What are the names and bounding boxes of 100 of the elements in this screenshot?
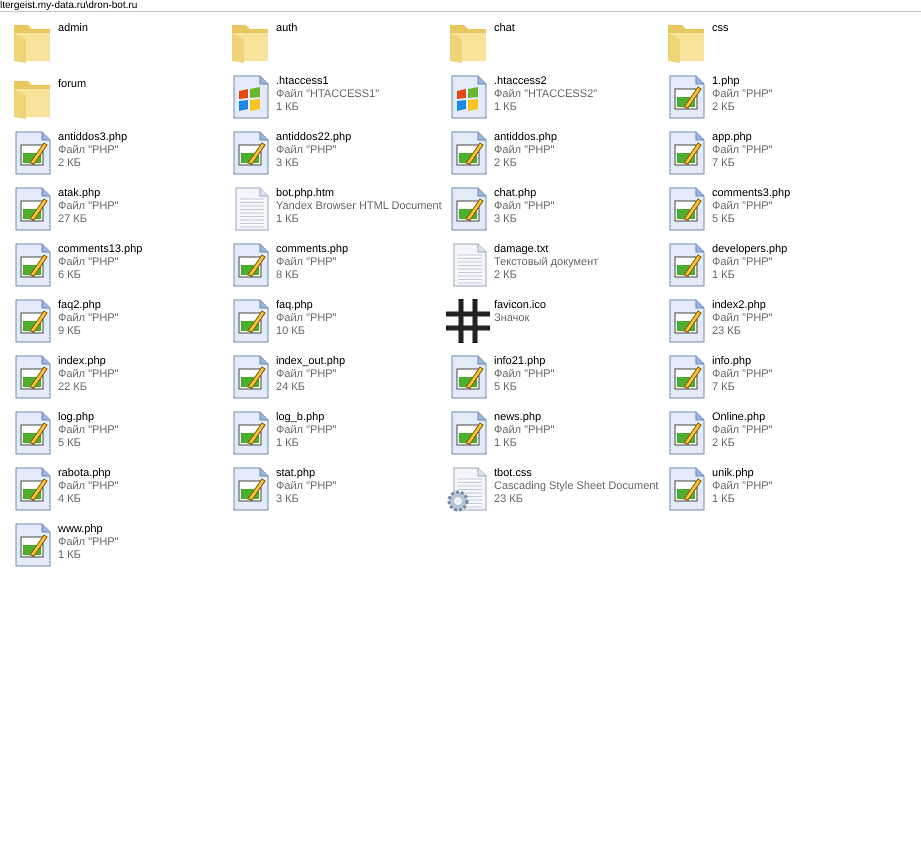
file-size: 1 КБ — [494, 101, 518, 114]
file-name[interactable]: info.php — [712, 355, 773, 368]
file-name[interactable]: Online.php — [712, 411, 773, 424]
file-size: 2 КБ — [494, 157, 518, 170]
file-type: Текстовый документ — [494, 256, 598, 269]
file-size: 5 КБ — [712, 213, 736, 226]
file-type: Файл "PHP" — [58, 536, 119, 549]
file-size: 5 КБ — [494, 381, 518, 394]
file-type: Файл "PHP" — [712, 368, 773, 381]
file-name[interactable]: antiddos3.php — [58, 131, 128, 144]
file-name[interactable]: faq2.php — [58, 299, 119, 312]
file-type: Файл "PHP" — [494, 424, 555, 437]
file-type: Файл "PHP" — [58, 200, 119, 213]
file-size: 2 КБ — [58, 157, 82, 170]
file-name[interactable]: 1.php — [712, 75, 773, 88]
file-name[interactable]: rabota.php — [58, 467, 119, 480]
file-size: 6 КБ — [58, 269, 82, 282]
file-type: Файл "PHP" — [712, 144, 773, 157]
file-size: 1 КБ — [276, 213, 300, 226]
file-size: 2 КБ — [494, 269, 518, 282]
file-type: Файл "PHP" — [276, 312, 337, 325]
file-size: 8 КБ — [276, 269, 300, 282]
file-size: 7 КБ — [712, 381, 736, 394]
file-size: 7 КБ — [712, 157, 736, 170]
file-type: Файл "PHP" — [712, 256, 774, 269]
file-name[interactable]: comments3.php — [712, 187, 790, 200]
file-name[interactable]: index.php — [58, 355, 119, 368]
file-size: 2 КБ — [712, 101, 736, 114]
file-type: Файл "PHP" — [58, 480, 119, 493]
file-type: Файл "PHP" — [58, 256, 120, 269]
file-name[interactable]: antiddos22.php — [276, 131, 352, 144]
file-type: Файл "PHP" — [494, 144, 556, 157]
file-type: Файл "PHP" — [494, 368, 555, 381]
file-type: Значок — [494, 312, 530, 325]
file-name[interactable]: app.php — [712, 131, 773, 144]
file-name[interactable]: auth — [276, 22, 298, 35]
file-type: Файл "HTACCESS2" — [494, 88, 598, 101]
file-name[interactable]: atak.php — [58, 187, 119, 200]
file-name[interactable]: admin — [58, 22, 88, 35]
file-name[interactable]: chat — [494, 22, 515, 35]
file-size: 27 КБ — [58, 213, 88, 226]
file-type: Файл "PHP" — [58, 312, 119, 325]
file-name[interactable]: stat.php — [276, 467, 337, 480]
file-size: 22 КБ — [58, 381, 88, 394]
file-name[interactable]: antiddos.php — [494, 131, 557, 144]
file-name[interactable]: developers.php — [712, 243, 788, 256]
file-name[interactable]: log_b.php — [276, 411, 337, 424]
file-name[interactable]: www.php — [58, 523, 119, 536]
file-size: 23 КБ — [712, 325, 742, 338]
file-size: 4 КБ — [58, 493, 82, 506]
file-type: Файл "PHP" — [58, 424, 119, 437]
file-type: Файл "PHP" — [276, 424, 337, 437]
file-type: Файл "PHP" — [712, 312, 773, 325]
file-type: Файл "HTACCESS1" — [276, 88, 380, 101]
file-size: 5 КБ — [58, 437, 82, 450]
file-name[interactable]: tbot.css — [494, 467, 658, 480]
file-size: 1 КБ — [58, 549, 82, 562]
file-name[interactable]: forum — [58, 78, 86, 91]
file-name[interactable]: unik.php — [712, 467, 773, 480]
file-type: Файл "PHP" — [276, 144, 338, 157]
file-size: 23 КБ — [494, 493, 524, 506]
file-name[interactable]: chat.php — [494, 187, 555, 200]
file-type: Файл "PHP" — [494, 200, 555, 213]
file-type: Файл "PHP" — [712, 424, 773, 437]
file-name[interactable]: index2.php — [712, 299, 773, 312]
file-size: 9 КБ — [58, 325, 82, 338]
file-name[interactable]: comments.php — [276, 243, 348, 256]
file-type: Файл "PHP" — [276, 368, 338, 381]
file-type: Файл "PHP" — [712, 480, 773, 493]
file-size: 1 КБ — [276, 437, 300, 450]
file-name[interactable]: bot.php.htm — [276, 187, 442, 200]
file-size: 1 КБ — [712, 269, 736, 282]
file-type: Yandex Browser HTML Document — [276, 200, 442, 213]
file-size: 1 КБ — [494, 437, 518, 450]
file-name[interactable]: news.php — [494, 411, 555, 424]
file-type: Файл "PHP" — [276, 256, 338, 269]
file-name[interactable]: index_out.php — [276, 355, 346, 368]
file-name[interactable]: info21.php — [494, 355, 555, 368]
file-type: Cascading Style Sheet Document — [494, 480, 658, 493]
file-type: Файл "PHP" — [712, 200, 774, 213]
file-type: Файл "PHP" — [712, 88, 773, 101]
file-size: 3 КБ — [494, 213, 518, 226]
file-name[interactable]: log.php — [58, 411, 119, 424]
file-size: 1 КБ — [276, 101, 300, 114]
address-path: ltergeist.my-data.ru\dron-bot.ru — [0, 0, 138, 11]
file-name[interactable]: .htaccess2 — [494, 75, 598, 88]
file-name[interactable]: .htaccess1 — [276, 75, 380, 88]
file-name[interactable]: damage.txt — [494, 243, 598, 256]
file-name[interactable]: favicon.ico — [494, 299, 546, 312]
file-size: 3 КБ — [276, 493, 300, 506]
file-name[interactable]: comments13.php — [58, 243, 142, 256]
file-type: Файл "PHP" — [276, 480, 337, 493]
file-name[interactable]: css — [712, 22, 728, 35]
file-size: 10 КБ — [276, 325, 306, 338]
file-size: 1 КБ — [712, 493, 736, 506]
file-type: Файл "PHP" — [58, 368, 119, 381]
file-name[interactable]: faq.php — [276, 299, 337, 312]
file-size: 3 КБ — [276, 157, 300, 170]
file-size: 2 КБ — [712, 437, 736, 450]
hash-icon[interactable] — [444, 297, 492, 345]
